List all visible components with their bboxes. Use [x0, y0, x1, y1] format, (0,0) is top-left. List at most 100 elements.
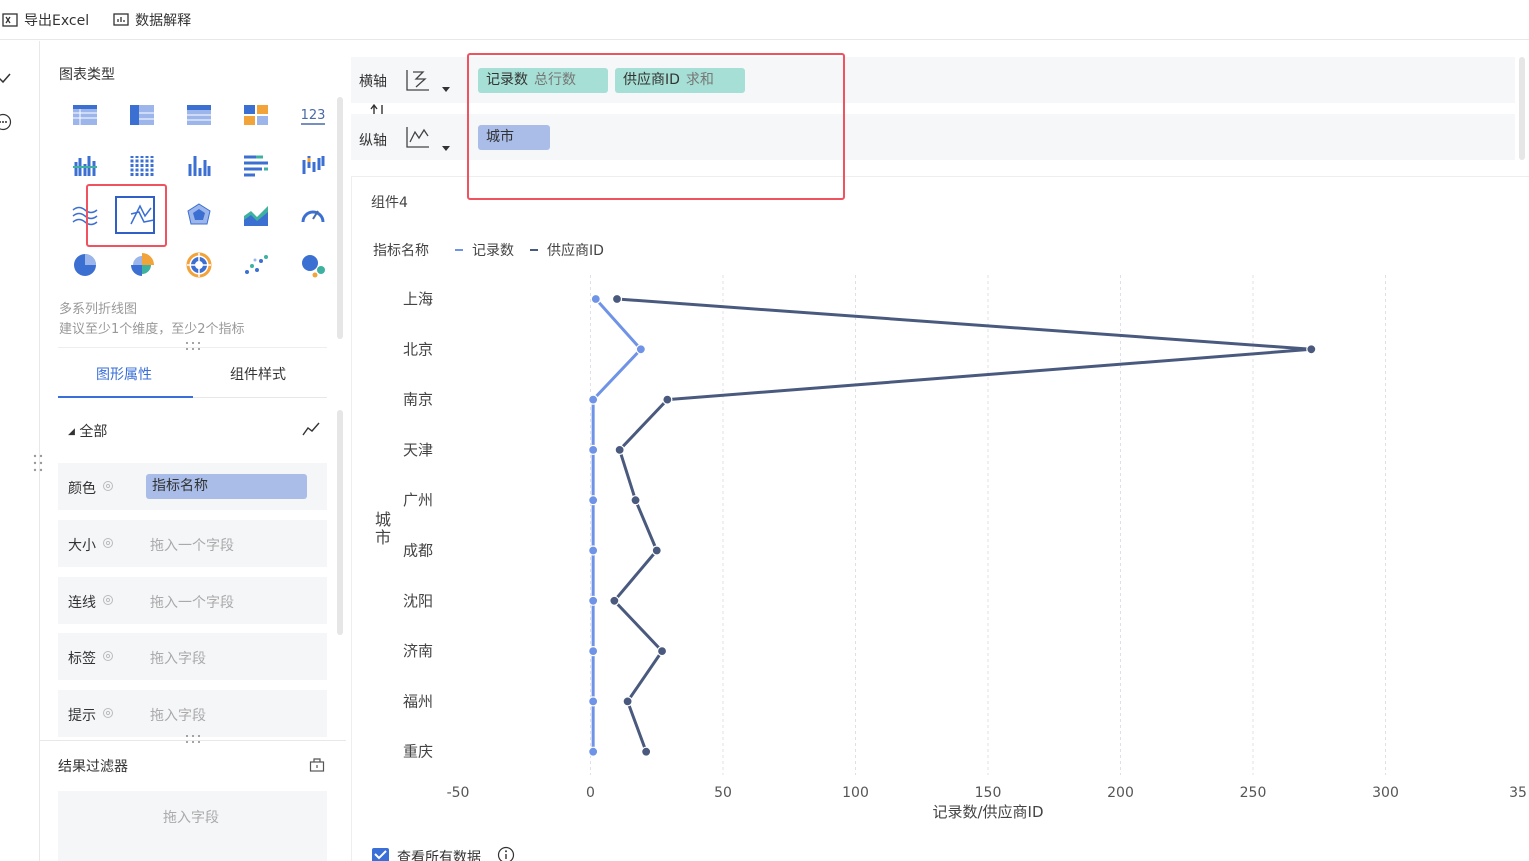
data-explain-button[interactable]: 数据解释	[113, 10, 191, 30]
chart-type-option[interactable]	[56, 240, 113, 290]
data-point	[590, 293, 601, 305]
range-column-icon	[302, 156, 324, 174]
x-axis-label: 横轴	[359, 74, 387, 90]
prop-group-label: 全部	[79, 424, 108, 440]
connect-drop-zone[interactable]: 拖入一个字段	[150, 592, 234, 612]
data-point	[662, 394, 673, 405]
y-tick-label: 重庆	[403, 743, 433, 761]
y-axis-chart-icon[interactable]	[404, 124, 432, 150]
data-point	[656, 646, 668, 657]
chart-type-option[interactable]	[56, 140, 113, 190]
y-axis-label: 纵轴	[359, 133, 387, 149]
gear-icon[interactable]	[102, 594, 114, 606]
chart-svg: -50 0 50 100 150 200 250 300 35 记录数/供应商ID 城市 上海北京南京…	[373, 242, 1527, 821]
export-excel-button[interactable]: 导出Excel	[2, 10, 89, 30]
axes-scrollbar[interactable]	[1519, 57, 1525, 160]
redbox-highlight	[467, 53, 845, 200]
y-axis-title: 城	[375, 510, 391, 529]
pie-chart-icon	[73, 254, 96, 276]
size-drop-zone[interactable]: 拖入一个字段	[150, 535, 234, 555]
column-chart-icon	[188, 156, 210, 176]
toolbar: 导出Excel 数据解释	[0, 0, 1529, 40]
gear-icon[interactable]	[102, 537, 114, 549]
view-all-label: 查看所有数据	[397, 850, 481, 861]
y-tick-label: 上海	[403, 290, 433, 308]
checkmark-icon[interactable]	[0, 71, 12, 85]
sunburst-icon	[186, 252, 211, 278]
gauge-icon	[301, 210, 324, 223]
horizontal-bar-icon	[243, 155, 268, 177]
gear-icon[interactable]	[102, 650, 114, 662]
x-axis-chart-icon[interactable]	[404, 67, 432, 93]
data-point	[588, 394, 599, 405]
data-explain-label: 数据解释	[135, 12, 192, 29]
chart-type-option[interactable]	[113, 140, 170, 190]
tab-component-style[interactable]: 组件样式	[230, 364, 286, 384]
excel-icon	[2, 12, 18, 27]
chart-type-option[interactable]	[284, 190, 341, 240]
chart-type-option[interactable]	[113, 90, 170, 140]
prop-group-header[interactable]: ◢ 全部	[68, 421, 107, 441]
chart-type-option[interactable]	[227, 190, 284, 240]
component-title: 组件4	[371, 195, 408, 211]
prop-row-size: 大小 拖入一个字段	[58, 520, 327, 567]
collapse-triangle-icon: ◢	[68, 427, 75, 437]
chart-type-option[interactable]	[227, 140, 284, 190]
table-icon	[72, 105, 97, 125]
prop-row-tag: 标签 拖入字段	[58, 633, 327, 680]
tag-label: 标签	[68, 651, 96, 667]
data-point	[588, 696, 599, 707]
data-point	[588, 495, 599, 506]
grouped-bar-icon	[72, 156, 97, 176]
chart-type-option[interactable]	[227, 240, 284, 290]
data-point	[609, 595, 620, 606]
more-options-icon[interactable]	[0, 113, 12, 131]
pivot-table-icon	[129, 105, 154, 125]
data-point	[611, 293, 623, 305]
data-point	[630, 495, 641, 506]
filter-settings-icon[interactable]	[309, 757, 325, 773]
rose-pie-icon	[130, 253, 154, 276]
y-tick-label: 南京	[403, 391, 433, 409]
dropdown-caret-icon[interactable]	[442, 87, 450, 93]
gear-icon[interactable]	[102, 707, 114, 719]
chart-type-option[interactable]	[170, 190, 227, 240]
checkmark-icon	[374, 850, 387, 860]
tag-drop-zone[interactable]: 拖入字段	[150, 648, 206, 668]
chart-type-option[interactable]	[284, 240, 341, 290]
detail-table-icon	[186, 105, 211, 125]
chart-type-option[interactable]	[170, 140, 227, 190]
legend-title: 指标名称	[373, 243, 429, 259]
data-point	[614, 444, 625, 455]
tab-shape-props[interactable]: 图形属性	[96, 364, 152, 384]
chart-type-option[interactable]	[284, 140, 341, 190]
dropdown-caret-icon[interactable]	[442, 146, 450, 152]
panel-scrollbar-bottom[interactable]	[337, 410, 343, 635]
drag-handle-icon[interactable]	[32, 453, 44, 473]
x-tick-label: 150	[975, 785, 1002, 801]
view-all-checkbox[interactable]	[372, 848, 389, 861]
color-field-pill[interactable]: 指标名称	[146, 474, 307, 499]
panel-scrollbar-top[interactable]	[337, 97, 343, 339]
y-tick-label: 成都	[403, 542, 433, 560]
chart-type-option[interactable]: 123	[284, 90, 341, 140]
filter-divider	[40, 740, 346, 741]
filter-drop-zone[interactable]: 拖入字段	[58, 791, 327, 861]
tooltip-drop-zone[interactable]: 拖入字段	[150, 705, 206, 725]
export-excel-label: 导出Excel	[24, 12, 90, 29]
data-point	[635, 344, 646, 355]
chart-type-option[interactable]	[170, 240, 227, 290]
resize-handle-icon[interactable]	[184, 734, 202, 744]
chart-type-option[interactable]	[56, 90, 113, 140]
y-tick-label: 福州	[403, 692, 433, 710]
chart-type-option[interactable]	[113, 240, 170, 290]
kpi-number-icon: 123	[300, 108, 325, 125]
info-icon[interactable]	[497, 846, 515, 861]
x-tick-label: 50	[714, 785, 732, 801]
chart-type-option[interactable]	[170, 90, 227, 140]
line-chart-icon[interactable]	[301, 420, 321, 438]
chart-type-option[interactable]	[227, 90, 284, 140]
gear-icon[interactable]	[102, 480, 114, 492]
x-tick-label: 35	[1509, 785, 1527, 801]
data-point	[588, 595, 599, 606]
